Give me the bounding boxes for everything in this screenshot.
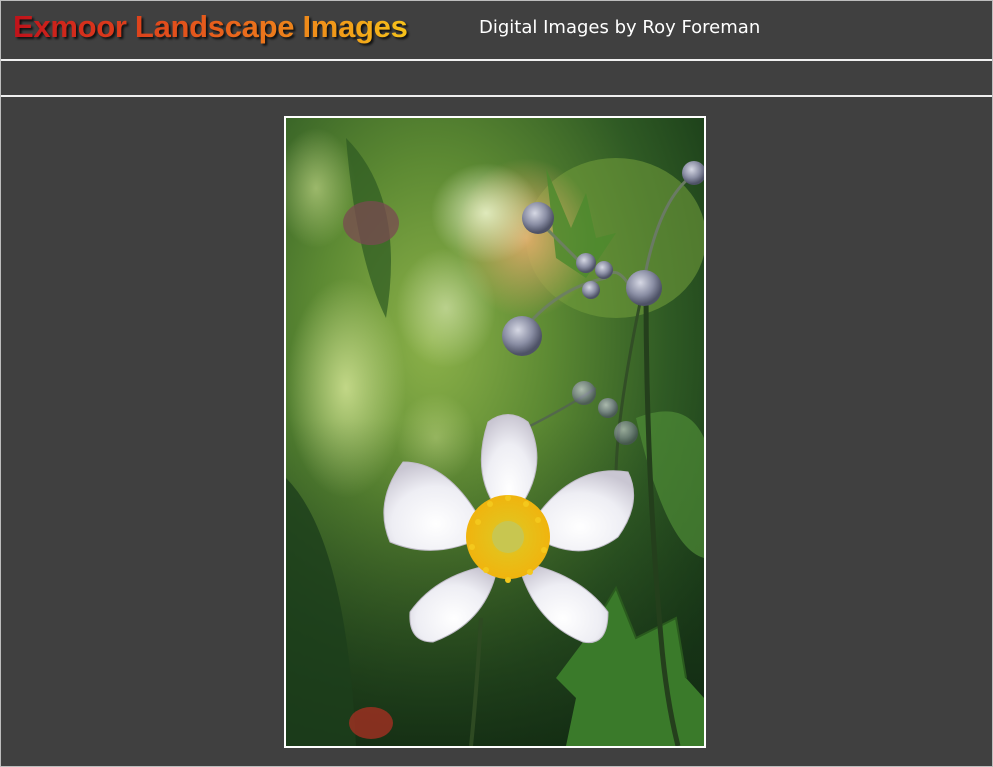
- site-header: Exmoor Landscape Images Digital Images b…: [1, 1, 992, 59]
- flower-photo: [284, 116, 706, 748]
- site-subtitle: Digital Images by Roy Foreman: [479, 17, 761, 38]
- nav-divider: [1, 95, 992, 97]
- navigation-bar: [1, 61, 992, 95]
- page-frame: Exmoor Landscape Images Digital Images b…: [0, 0, 993, 767]
- site-title[interactable]: Exmoor Landscape Images: [13, 7, 408, 47]
